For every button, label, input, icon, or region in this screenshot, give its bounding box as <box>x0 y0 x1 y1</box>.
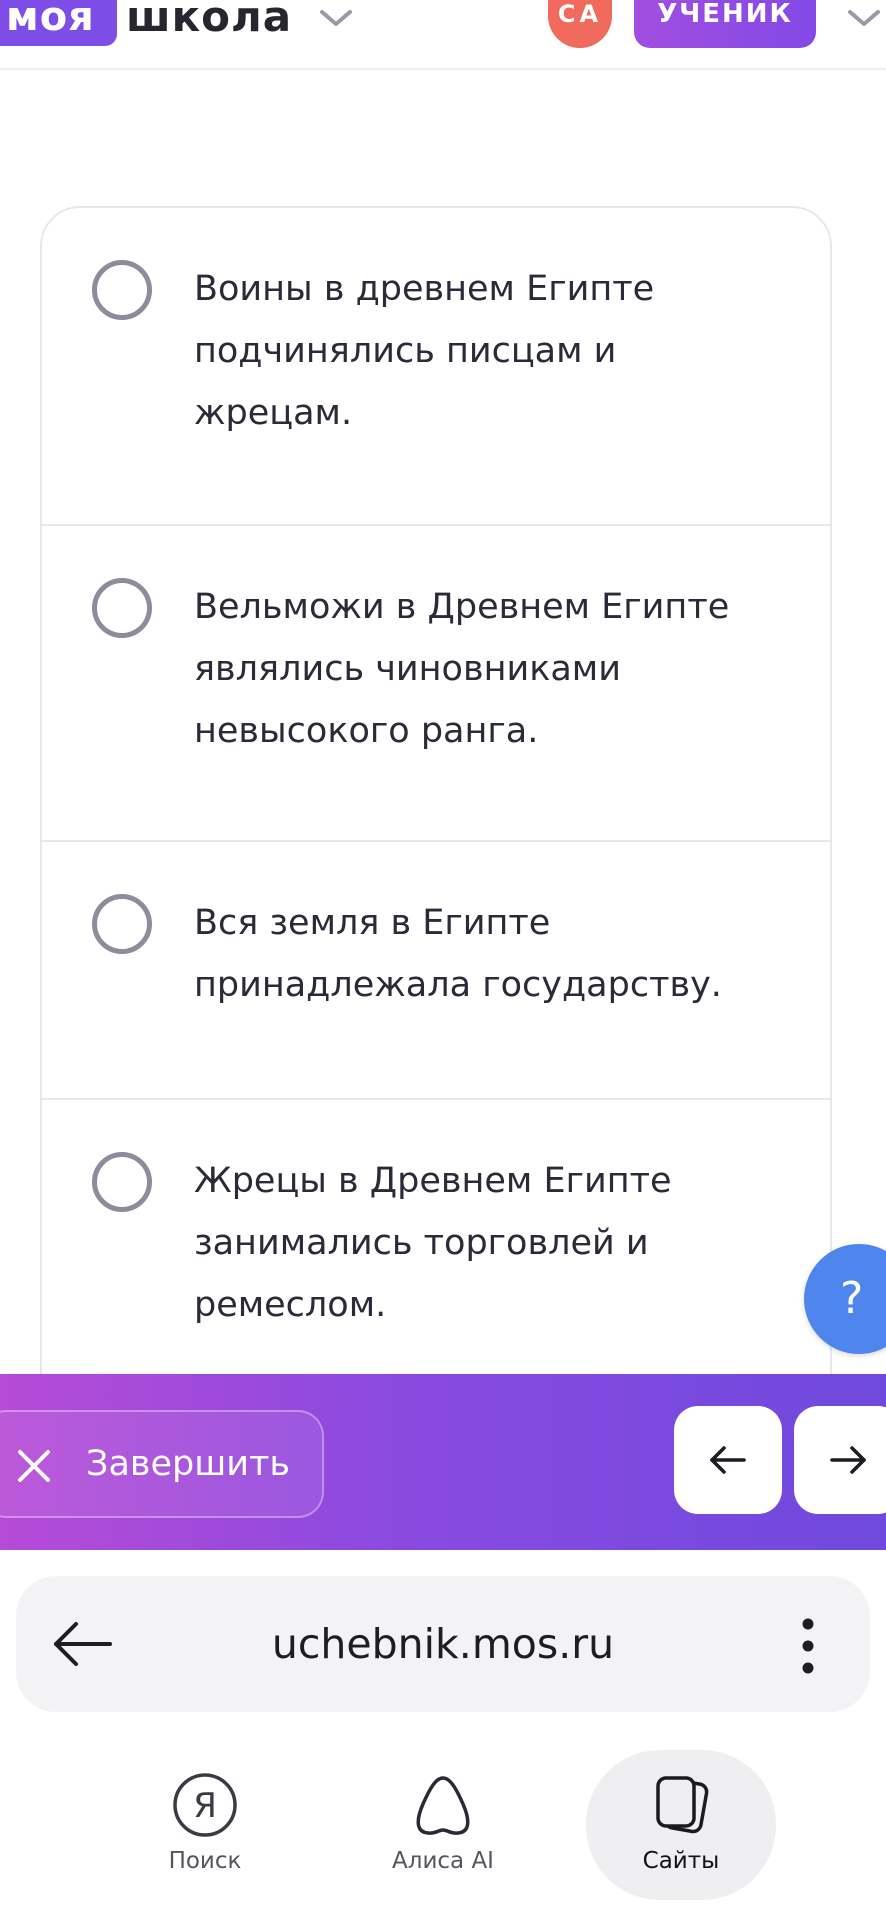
option-text-line: жрецам. <box>194 393 353 433</box>
sites-cards-icon <box>656 1776 709 1834</box>
radio-button[interactable] <box>92 894 152 954</box>
close-icon <box>18 1450 50 1482</box>
option-text: Вся земля в Египте принадлежала государс… <box>194 892 794 1016</box>
app-header: моя школа СА УЧЕНИК <box>0 0 886 70</box>
bottom-navigation: Я Поиск Алиса AI Сайты <box>0 1750 886 1920</box>
radio-button[interactable] <box>92 260 152 320</box>
role-badge[interactable]: УЧЕНИК <box>634 0 816 48</box>
option-text-line: принадлежала государству. <box>194 965 722 1005</box>
finish-label: Завершить <box>86 1444 291 1484</box>
nav-label: Поиск <box>168 1848 242 1874</box>
nav-label: Алиса AI <box>392 1848 494 1874</box>
radio-button[interactable] <box>92 1152 152 1212</box>
option-text-line: занимались торговлей и <box>194 1223 649 1263</box>
url-text: uchebnik.mos.ru <box>271 1620 615 1668</box>
chevron-down-icon[interactable] <box>846 4 882 32</box>
answer-options-card: Воины в древнем Египте подчинялись писца… <box>40 206 832 1386</box>
logo-text-moya: моя <box>6 0 95 40</box>
browser-bottom-chrome: uchebnik.mos.ru Я Поиск Алиса AI Сайты <box>0 1550 886 1920</box>
logo-text-shkola: школа <box>126 0 293 41</box>
option-text-line: Воины в древнем Египте <box>194 269 655 309</box>
next-question-button[interactable] <box>794 1406 886 1514</box>
url-bar[interactable]: uchebnik.mos.ru <box>16 1576 870 1712</box>
action-bar: Завершить <box>0 1374 886 1550</box>
answer-option[interactable]: Вельможи в Древнем Египте являлись чинов… <box>42 526 830 842</box>
logo-badge[interactable]: моя <box>0 0 117 46</box>
option-text: Воины в древнем Египте подчинялись писца… <box>194 258 794 444</box>
option-text-line: ремеслом. <box>194 1285 387 1325</box>
alice-icon <box>416 1776 470 1835</box>
answer-option[interactable]: Воины в древнем Египте подчинялись писца… <box>42 208 830 526</box>
option-text-line: Вельможи в Древнем Египте <box>194 587 730 627</box>
svg-text:Я: Я <box>193 1786 217 1826</box>
option-text-line: подчинялись писцам и <box>194 331 617 371</box>
answer-option[interactable]: Вся земля в Египте принадлежала государс… <box>42 842 830 1100</box>
option-text-line: являлись чиновниками <box>194 649 621 689</box>
arrow-left-icon <box>710 1446 746 1474</box>
avatar[interactable]: СА <box>548 0 612 48</box>
finish-button[interactable]: Завершить <box>0 1410 324 1518</box>
nav-item-alice[interactable]: Алиса AI <box>348 1750 538 1900</box>
answer-option[interactable]: Жрецы в Древнем Египте занимались торгов… <box>42 1100 830 1390</box>
nav-item-sites[interactable]: Сайты <box>586 1750 776 1900</box>
option-text: Вельможи в Древнем Египте являлись чинов… <box>194 576 794 762</box>
arrow-right-icon <box>830 1446 866 1474</box>
option-text: Жрецы в Древнем Египте занимались торгов… <box>194 1150 794 1336</box>
previous-question-button[interactable] <box>674 1406 782 1514</box>
option-text-line: Вся земля в Египте <box>194 903 551 943</box>
more-vertical-icon[interactable] <box>800 1616 816 1676</box>
chevron-down-icon[interactable] <box>318 4 354 32</box>
radio-button[interactable] <box>92 578 152 638</box>
nav-item-search[interactable]: Я Поиск <box>110 1750 300 1900</box>
yandex-search-icon: Я <box>173 1773 237 1837</box>
option-text-line: невысокого ранга. <box>194 711 539 751</box>
nav-label: Сайты <box>642 1848 720 1874</box>
option-text-line: Жрецы в Древнем Египте <box>194 1161 672 1201</box>
